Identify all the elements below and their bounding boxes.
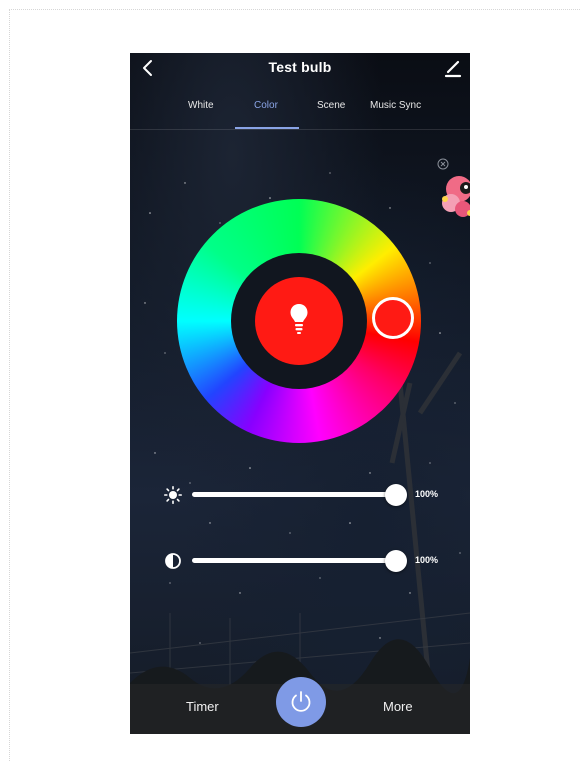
saturation-slider-row: 100% — [130, 547, 470, 575]
contrast-icon — [165, 553, 181, 569]
saturation-slider[interactable] — [192, 558, 396, 563]
tab-music-sync[interactable]: Music Sync — [370, 100, 421, 111]
power-icon — [291, 691, 311, 712]
page-title: Test bulb — [268, 59, 332, 75]
more-button[interactable]: More — [383, 699, 413, 714]
lightbulb-icon — [290, 304, 308, 334]
tab-bar: White Color Scene Music Sync — [130, 93, 470, 130]
pencil-icon — [444, 60, 462, 78]
brightness-value: 100% — [415, 489, 439, 499]
color-picker — [177, 199, 421, 443]
edit-button[interactable] — [442, 57, 464, 79]
close-promo-icon[interactable] — [437, 158, 449, 170]
active-tab-indicator — [235, 127, 299, 129]
color-selector-handle[interactable] — [372, 297, 414, 339]
brightness-slider-thumb[interactable] — [385, 484, 407, 506]
timer-button[interactable]: Timer — [186, 699, 219, 714]
tab-color[interactable]: Color — [254, 100, 278, 111]
brightness-slider-row: 100% — [130, 481, 470, 509]
promo-mascot-icon[interactable] — [439, 171, 470, 223]
saturation-value: 100% — [415, 555, 439, 565]
sun-icon — [164, 486, 182, 504]
saturation-slider-thumb[interactable] — [385, 550, 407, 572]
power-button[interactable] — [276, 677, 326, 727]
header: Test bulb — [130, 53, 470, 83]
tab-white[interactable]: White — [188, 100, 214, 111]
brightness-slider[interactable] — [192, 492, 396, 497]
selected-color-button[interactable] — [255, 277, 343, 365]
app-screen: Test bulb White Color Scene Music Sync 1… — [130, 53, 470, 734]
tab-scene[interactable]: Scene — [317, 100, 345, 111]
